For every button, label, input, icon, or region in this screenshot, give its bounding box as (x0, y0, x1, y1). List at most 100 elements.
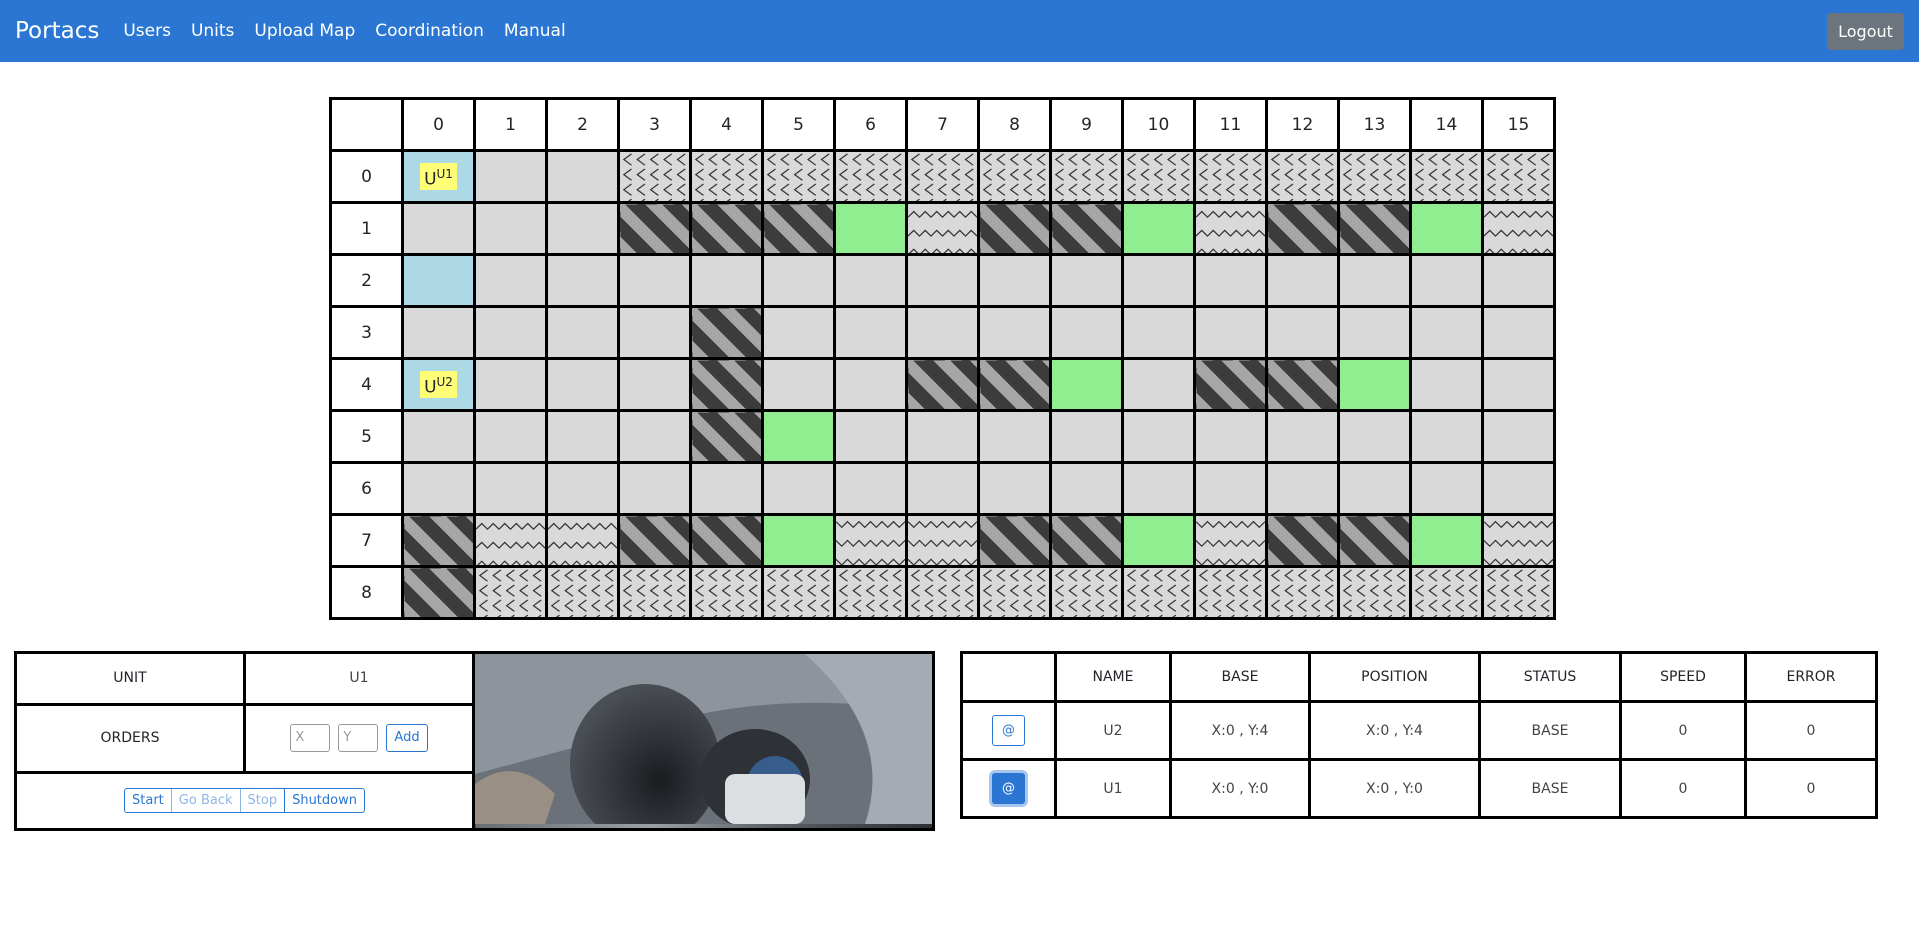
add-order-button[interactable]: Add (386, 724, 428, 753)
empty-cell (545, 253, 620, 308)
empty-cell (617, 253, 692, 308)
units-table: NAME BASE POSITION STATUS SPEED ERROR @ … (960, 651, 1878, 819)
station-cell (761, 513, 836, 568)
header-name: NAME (1054, 651, 1172, 703)
shelf-cell (833, 149, 908, 204)
empty-cell (1121, 409, 1196, 464)
empty-cell (401, 201, 476, 256)
empty-cell (473, 305, 548, 360)
header-speed: SPEED (1619, 651, 1747, 703)
station-cell (1121, 201, 1196, 256)
shelf-cell (473, 513, 548, 568)
header-error: ERROR (1744, 651, 1878, 703)
empty-cell (761, 305, 836, 360)
empty-cell (1409, 461, 1484, 516)
brand-logo[interactable]: Portacs (15, 18, 99, 44)
empty-cell (1337, 409, 1412, 464)
map-row: 3 (329, 305, 1556, 360)
shelf-cell (1481, 513, 1556, 568)
unit-status: BASE (1478, 758, 1622, 819)
unit-error: 0 (1744, 758, 1878, 819)
ev-charger-image (476, 655, 931, 827)
empty-cell (1121, 461, 1196, 516)
unit-base: X:0 , Y:0 (1169, 758, 1311, 819)
obstacle-cell (1193, 357, 1268, 412)
obstacle-cell (1049, 513, 1124, 568)
row-header: 2 (329, 253, 404, 308)
shelf-cell (1193, 201, 1268, 256)
shelf-cell (545, 565, 620, 620)
unit-error: 0 (1744, 700, 1878, 761)
orders-form: X Y Add (243, 702, 475, 774)
base-cell: UU1 (401, 149, 476, 204)
shutdown-button[interactable]: Shutdown (284, 789, 364, 813)
shelf-cell (1409, 149, 1484, 204)
obstacle-cell (689, 201, 764, 256)
base-cell (401, 253, 476, 308)
obstacle-cell (689, 409, 764, 464)
order-y-input[interactable]: Y (338, 724, 379, 753)
start-button[interactable]: Start (125, 789, 171, 812)
col-header: 5 (761, 97, 836, 152)
station-cell (761, 409, 836, 464)
shelf-cell (1481, 201, 1556, 256)
logout-button[interactable]: Logout (1827, 13, 1904, 50)
empty-cell (1193, 409, 1268, 464)
header-position: POSITION (1308, 651, 1481, 703)
empty-cell (401, 409, 476, 464)
obstacle-cell (617, 201, 692, 256)
empty-cell (473, 409, 548, 464)
unit-marker-letter: U (424, 169, 437, 190)
unit-speed: 0 (1619, 758, 1747, 819)
nav-users[interactable]: Users (123, 21, 171, 41)
stop-button[interactable]: Stop (239, 789, 285, 813)
obstacle-cell (689, 513, 764, 568)
obstacle-cell (401, 513, 476, 568)
order-x-input[interactable]: X (290, 724, 331, 753)
unit-speed: 0 (1619, 700, 1747, 761)
shelf-cell (905, 513, 980, 568)
shelf-cell (617, 149, 692, 204)
unit-marker-id: U1 (436, 166, 453, 181)
empty-cell (1265, 305, 1340, 360)
row-header: 4 (329, 357, 404, 412)
shelf-cell (905, 149, 980, 204)
empty-cell (617, 461, 692, 516)
shelf-cell (1193, 565, 1268, 620)
nav-manual[interactable]: Manual (504, 21, 566, 41)
unit-value: U1 (243, 651, 475, 706)
nav-coordination[interactable]: Coordination (375, 21, 484, 41)
unit-marker[interactable]: UU1 (420, 162, 457, 191)
nav-upload-map[interactable]: Upload Map (254, 21, 355, 41)
station-cell (1409, 513, 1484, 568)
command-buttons-cell: Start Go Back Stop Shutdown (14, 770, 475, 832)
empty-cell (905, 409, 980, 464)
empty-cell (761, 461, 836, 516)
unit-marker-id: U2 (436, 374, 453, 389)
row-header: 1 (329, 201, 404, 256)
shelf-cell (761, 565, 836, 620)
map-header-row: 0 1 2 3 4 5 6 7 8 9 10 11 12 13 14 15 (329, 97, 1556, 152)
unit-marker[interactable]: UU2 (420, 370, 457, 399)
empty-cell (617, 357, 692, 412)
col-header: 15 (1481, 97, 1556, 152)
empty-cell (1049, 305, 1124, 360)
select-unit-button[interactable]: @ (992, 715, 1025, 746)
obstacle-cell (977, 513, 1052, 568)
shelf-cell (617, 565, 692, 620)
select-cell: @ (960, 700, 1057, 761)
select-unit-button[interactable]: @ (992, 773, 1025, 804)
col-header: 3 (617, 97, 692, 152)
empty-cell (545, 409, 620, 464)
shelf-cell (1481, 565, 1556, 620)
nav-units[interactable]: Units (191, 21, 234, 41)
empty-cell (617, 305, 692, 360)
empty-cell (1049, 461, 1124, 516)
obstacle-cell (977, 357, 1052, 412)
go-back-button[interactable]: Go Back (170, 789, 240, 813)
empty-cell (833, 357, 908, 412)
row-header: 0 (329, 149, 404, 204)
obstacle-cell (689, 305, 764, 360)
shelf-cell (1193, 513, 1268, 568)
empty-cell (905, 461, 980, 516)
